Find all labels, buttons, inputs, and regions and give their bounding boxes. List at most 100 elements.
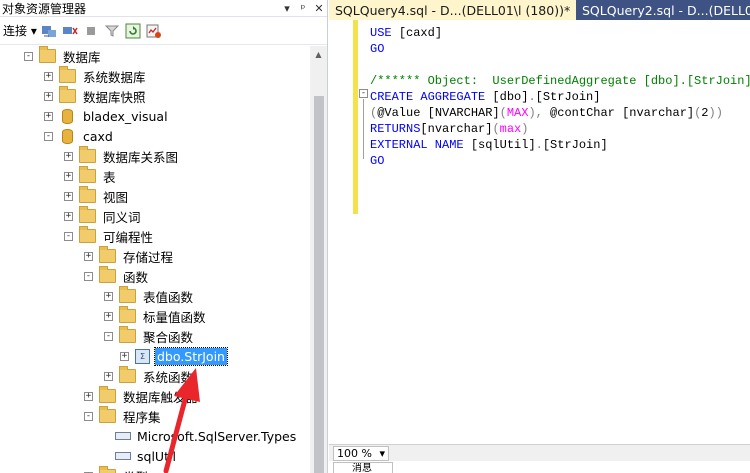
messages-tab-label: 消息 — [352, 463, 372, 473]
window-position-dropdown-icon[interactable]: ▾ — [279, 2, 295, 15]
tree-node-label: 数据库关系图 — [103, 149, 179, 165]
expand-icon[interactable]: + — [64, 211, 73, 221]
filter-icon[interactable] — [104, 22, 121, 39]
activity-monitor-icon[interactable] — [146, 22, 163, 39]
object-explorer-titlebar: 对象资源管理器 ▾ ᵖ ✕ — [0, 0, 327, 17]
connect-dropdown-icon[interactable]: ▾ — [31, 24, 37, 38]
collapse-icon[interactable]: - — [24, 51, 33, 61]
expand-icon[interactable]: + — [104, 311, 113, 321]
query-editor: SQLQuery4.sql - D...(DELL01\l (180))* ✕ … — [329, 0, 750, 473]
collapse-icon[interactable]: - — [84, 271, 93, 281]
code-token: [caxd] — [398, 26, 443, 40]
tree-node-label: 同义词 — [103, 209, 141, 225]
zoom-dropdown[interactable]: 100 % ▾ — [333, 445, 389, 461]
folder-icon — [119, 366, 136, 383]
code-editor[interactable]: - USE [caxd] GO /****** Object: UserDefine… — [329, 20, 750, 444]
collapse-region-icon[interactable]: - — [359, 89, 368, 98]
code-token: MAX — [506, 106, 529, 120]
collapse-icon[interactable]: - — [64, 231, 73, 241]
tree-node[interactable]: + 标量值函数 — [104, 306, 208, 326]
expand-icon[interactable]: + — [64, 191, 73, 201]
tree-node[interactable]: + 数据库快照 — [44, 86, 148, 106]
tree-node[interactable]: +类型 — [84, 466, 150, 473]
expand-icon[interactable]: + — [104, 291, 113, 301]
auto-hide-pin-icon[interactable]: ᵖ — [295, 2, 311, 15]
code-token: ( — [499, 106, 507, 120]
expand-icon[interactable]: + — [64, 171, 73, 181]
tree-node[interactable]: + 系统数据库 — [44, 66, 148, 86]
tree-node[interactable]: + Σdbo.StrJoin — [120, 346, 228, 366]
expand-icon[interactable]: + — [84, 391, 93, 401]
tab-sqlquery4[interactable]: SQLQuery4.sql - D...(DELL01\l (180))* ✕ — [329, 0, 585, 20]
code-line: CREATE AGGREGATE [dbo].[StrJoin] — [370, 89, 600, 105]
tab-sqlquery2[interactable]: SQLQuery2.sql - D...(DELL01\l ( — [576, 0, 750, 20]
code-token: [nvarchar] — [420, 122, 493, 136]
tree-node[interactable]: + 表 — [64, 166, 118, 186]
stop-icon[interactable] — [83, 22, 100, 39]
expand-icon[interactable]: + — [120, 351, 129, 361]
tree-node[interactable]: - 可编程性 — [64, 226, 155, 246]
code-token: EXTERNAL NAME — [370, 138, 471, 152]
expand-icon[interactable]: + — [44, 91, 53, 101]
collapse-icon[interactable]: - — [44, 131, 53, 141]
tree-node[interactable]: + 数据库关系图 — [64, 146, 180, 166]
code-token: ) — [521, 122, 529, 136]
expand-icon[interactable]: + — [64, 151, 73, 161]
expand-icon[interactable]: + — [44, 71, 53, 81]
tree-node-label: 表 — [103, 169, 116, 185]
tree-node[interactable]: - 数据库 — [24, 46, 103, 66]
folder-icon — [79, 186, 96, 203]
expand-icon[interactable]: + — [44, 111, 53, 121]
tree-node[interactable]: + 表值函数 — [104, 286, 195, 306]
code-token: 2 — [701, 106, 709, 120]
connect-button[interactable]: 连接 ▾ — [3, 22, 37, 39]
tree-node-label: 程序集 — [123, 409, 161, 425]
folder-icon — [99, 266, 116, 283]
code-token: GO — [370, 154, 385, 168]
tree-node-label: 函数 — [123, 269, 149, 285]
tree-node-label: 类型 — [121, 466, 150, 473]
object-explorer-toolbar: 连接 ▾ — [0, 17, 327, 45]
tree-node-label: 系统数据库 — [83, 69, 146, 85]
tree-node[interactable]: - 聚合函数 — [104, 326, 195, 346]
tab-label: SQLQuery4.sql - D...(DELL01\l (180))* — [335, 2, 571, 18]
collapse-icon[interactable]: - — [104, 331, 113, 341]
assembly-icon — [115, 452, 131, 460]
code-token: [nvarchar] — [622, 106, 695, 120]
tree-node[interactable]: + 同义词 — [64, 206, 143, 226]
code-token: [sqlUtil] — [470, 138, 536, 152]
code-token: USE — [370, 26, 399, 40]
editor-status-strip: 100 % ▾ — [329, 444, 750, 461]
tree-node[interactable]: + 存储过程 — [84, 246, 175, 266]
code-line: RETURNS[nvarchar](max) — [370, 121, 528, 137]
collapse-icon[interactable]: - — [84, 411, 93, 421]
tree-node[interactable]: - 函数 — [84, 266, 150, 286]
expand-icon[interactable]: + — [84, 251, 93, 261]
folder-icon — [99, 386, 116, 403]
scroll-up-arrow-icon[interactable]: ▲ — [310, 46, 327, 63]
tree-node[interactable]: - 程序集 — [84, 406, 163, 426]
tree-node-label: bladex_visual — [83, 108, 168, 124]
folder-icon — [79, 226, 96, 243]
refresh-icon[interactable] — [125, 22, 142, 39]
code-token: /****** Object: UserDefinedAggregate [db… — [370, 74, 750, 88]
tree-node[interactable]: + bladex_visual — [44, 106, 170, 126]
folder-icon — [79, 206, 96, 223]
tab-label: SQLQuery2.sql - D...(DELL01\l ( — [582, 2, 750, 18]
scrollbar-thumb[interactable] — [314, 96, 324, 473]
object-explorer-scrollbar[interactable]: ▲ — [310, 46, 327, 473]
code-token: [StrJoin] — [542, 138, 608, 152]
disconnect-icon[interactable] — [62, 22, 79, 39]
tree-node-label: 数据库快照 — [83, 89, 146, 105]
tree-node[interactable]: - caxd — [44, 126, 115, 146]
code-line: EXTERNAL NAME [sqlUtil].[StrJoin] — [370, 137, 608, 153]
code-line: /****** Object: UserDefinedAggregate [db… — [370, 73, 750, 89]
tree-node[interactable]: + 视图 — [64, 186, 130, 206]
messages-tab[interactable]: 消息 — [333, 462, 393, 473]
code-token: . — [535, 138, 543, 152]
connect-object-explorer-icon[interactable] — [41, 22, 58, 39]
tree-node-label: 存储过程 — [123, 249, 174, 265]
close-icon[interactable]: ✕ — [311, 2, 327, 15]
expand-icon[interactable]: + — [104, 371, 113, 381]
